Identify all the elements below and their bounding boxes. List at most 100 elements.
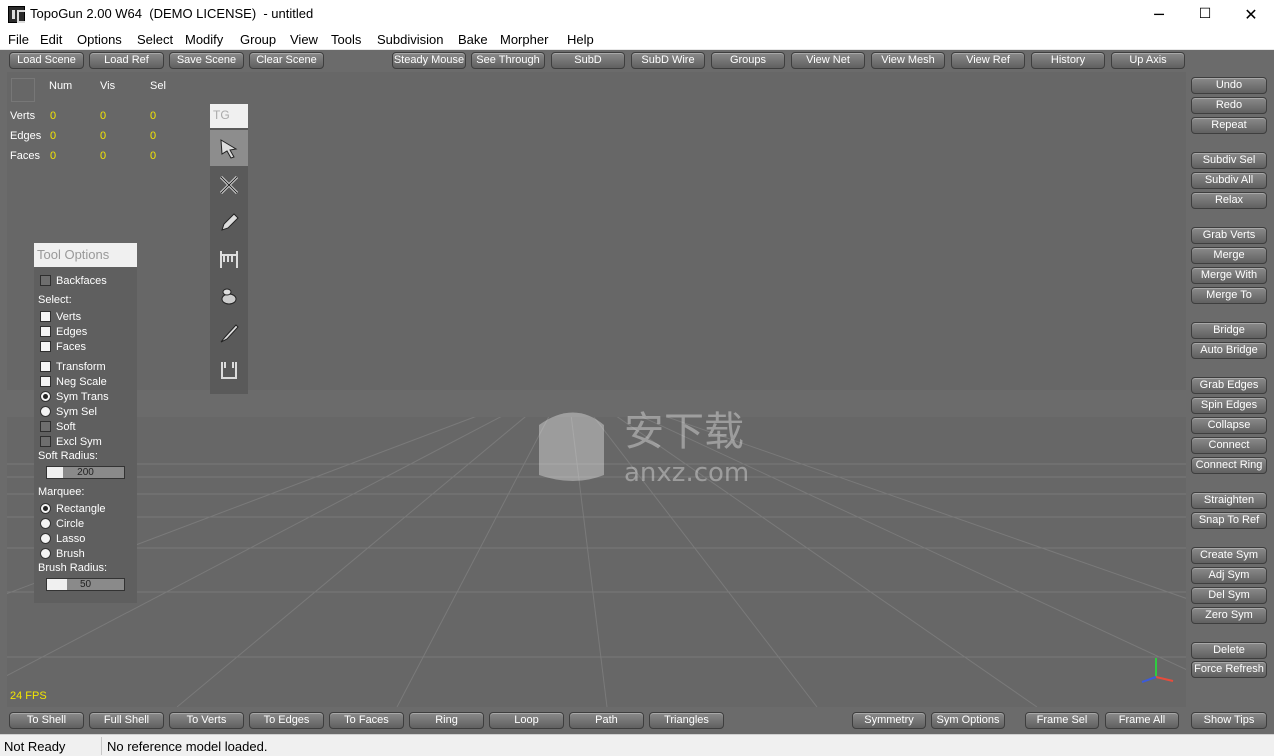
undo-button[interactable]: Undo bbox=[1191, 77, 1267, 94]
brush-radius-label: Brush Radius: bbox=[38, 562, 108, 574]
full-shell-button[interactable]: Full Shell bbox=[89, 712, 164, 729]
tool-palette-header[interactable]: TG bbox=[210, 104, 248, 128]
to-shell-button[interactable]: To Shell bbox=[9, 712, 84, 729]
to-faces-button[interactable]: To Faces bbox=[329, 712, 404, 729]
repeat-button[interactable]: Repeat bbox=[1191, 117, 1267, 134]
ring-button[interactable]: Ring bbox=[409, 712, 484, 729]
up-axis-button[interactable]: Up Axis bbox=[1111, 52, 1185, 69]
create-sym-button[interactable]: Create Sym bbox=[1191, 547, 1267, 564]
to-verts-button[interactable]: To Verts bbox=[169, 712, 244, 729]
backfaces-checkbox[interactable]: Backfaces bbox=[40, 275, 107, 287]
clear-scene-button[interactable]: Clear Scene bbox=[249, 52, 324, 69]
snap-to-ref-button[interactable]: Snap To Ref bbox=[1191, 512, 1267, 529]
delete-button[interactable]: Delete bbox=[1191, 642, 1267, 659]
close-button[interactable]: ✕ bbox=[1228, 0, 1274, 30]
soft-radius-label: Soft Radius: bbox=[38, 450, 98, 462]
subd-button[interactable]: SubD bbox=[551, 52, 625, 69]
menu-group[interactable]: Group bbox=[240, 32, 276, 47]
knife-icon[interactable] bbox=[210, 315, 248, 351]
triangles-button[interactable]: Triangles bbox=[649, 712, 724, 729]
view-mesh-button[interactable]: View Mesh bbox=[871, 52, 945, 69]
tool-options-header[interactable]: Tool Options bbox=[34, 243, 137, 267]
lasso-radio[interactable]: Lasso bbox=[40, 533, 85, 545]
3d-viewport[interactable]: 安下载 anxz.com bbox=[7, 72, 1186, 707]
sym-options-button[interactable]: Sym Options bbox=[931, 712, 1005, 729]
stats-faces-sel: 0 bbox=[150, 150, 157, 162]
status-message: No reference model loaded. bbox=[107, 739, 268, 754]
menu-options[interactable]: Options bbox=[77, 32, 122, 47]
force-refresh-button[interactable]: Force Refresh bbox=[1191, 661, 1267, 678]
menu-subdivision[interactable]: Subdivision bbox=[377, 32, 444, 47]
transform-checkbox[interactable]: Transform bbox=[40, 361, 106, 373]
menu-bake[interactable]: Bake bbox=[458, 32, 488, 47]
merge-to-button[interactable]: Merge To bbox=[1191, 287, 1267, 304]
auto-bridge-button[interactable]: Auto Bridge bbox=[1191, 342, 1267, 359]
merge-with-button[interactable]: Merge With bbox=[1191, 267, 1267, 284]
cross-cut-icon[interactable] bbox=[210, 167, 248, 203]
neg-scale-checkbox[interactable]: Neg Scale bbox=[40, 376, 107, 388]
excl-sym-checkbox[interactable]: Excl Sym bbox=[40, 436, 102, 448]
bridge-icon[interactable] bbox=[210, 241, 248, 277]
menu-help[interactable]: Help bbox=[567, 32, 594, 47]
faces-checkbox[interactable]: Faces bbox=[40, 341, 86, 353]
circle-radio[interactable]: Circle bbox=[40, 518, 84, 530]
load-ref-button[interactable]: Load Ref bbox=[89, 52, 164, 69]
straighten-button[interactable]: Straighten bbox=[1191, 492, 1267, 509]
collapse-button[interactable]: Collapse bbox=[1191, 417, 1267, 434]
save-scene-button[interactable]: Save Scene bbox=[169, 52, 244, 69]
soft-radius-slider[interactable]: 200 bbox=[46, 466, 125, 479]
sym-trans-radio[interactable]: Sym Trans bbox=[40, 391, 109, 403]
u-shape-icon[interactable] bbox=[210, 352, 248, 388]
maximize-button[interactable]: ☐ bbox=[1182, 0, 1228, 30]
subdiv-sel-button[interactable]: Subdiv Sel bbox=[1191, 152, 1267, 169]
load-scene-button[interactable]: Load Scene bbox=[9, 52, 84, 69]
del-sym-button[interactable]: Del Sym bbox=[1191, 587, 1267, 604]
rectangle-radio[interactable]: Rectangle bbox=[40, 503, 106, 515]
bridge-button[interactable]: Bridge bbox=[1191, 322, 1267, 339]
steady-mouse-button[interactable]: Steady Mouse bbox=[392, 52, 466, 69]
merge-button[interactable]: Merge bbox=[1191, 247, 1267, 264]
menu-select[interactable]: Select bbox=[137, 32, 173, 47]
adj-sym-button[interactable]: Adj Sym bbox=[1191, 567, 1267, 584]
grab-edges-button[interactable]: Grab Edges bbox=[1191, 377, 1267, 394]
brush-radius-slider[interactable]: 50 bbox=[46, 578, 125, 591]
minimize-button[interactable]: ─ bbox=[1136, 0, 1182, 30]
verts-checkbox[interactable]: Verts bbox=[40, 311, 81, 323]
groups-button[interactable]: Groups bbox=[711, 52, 785, 69]
edges-checkbox[interactable]: Edges bbox=[40, 326, 87, 338]
spin-edges-button[interactable]: Spin Edges bbox=[1191, 397, 1267, 414]
subd-wire-button[interactable]: SubD Wire bbox=[631, 52, 705, 69]
stats-label-edges: Edges bbox=[10, 130, 42, 142]
menu-modify[interactable]: Modify bbox=[185, 32, 223, 47]
redo-button[interactable]: Redo bbox=[1191, 97, 1267, 114]
to-edges-button[interactable]: To Edges bbox=[249, 712, 324, 729]
menu-morpher[interactable]: Morpher bbox=[500, 32, 548, 47]
brush-blob-icon[interactable] bbox=[210, 278, 248, 314]
relax-button[interactable]: Relax bbox=[1191, 192, 1267, 209]
select-arrow-icon[interactable] bbox=[210, 130, 248, 166]
view-ref-button[interactable]: View Ref bbox=[951, 52, 1025, 69]
menu-tools[interactable]: Tools bbox=[331, 32, 361, 47]
loop-button[interactable]: Loop bbox=[489, 712, 564, 729]
subdiv-all-button[interactable]: Subdiv All bbox=[1191, 172, 1267, 189]
zero-sym-button[interactable]: Zero Sym bbox=[1191, 607, 1267, 624]
brush-radio[interactable]: Brush bbox=[40, 548, 85, 560]
sym-sel-radio[interactable]: Sym Sel bbox=[40, 406, 97, 418]
history-button[interactable]: History bbox=[1031, 52, 1105, 69]
stats-label-verts: Verts bbox=[10, 110, 36, 122]
frame-sel-button[interactable]: Frame Sel bbox=[1025, 712, 1099, 729]
grab-verts-button[interactable]: Grab Verts bbox=[1191, 227, 1267, 244]
see-through-button[interactable]: See Through bbox=[471, 52, 545, 69]
frame-all-button[interactable]: Frame All bbox=[1105, 712, 1179, 729]
connect-ring-button[interactable]: Connect Ring bbox=[1191, 457, 1267, 474]
path-button[interactable]: Path bbox=[569, 712, 644, 729]
menu-edit[interactable]: Edit bbox=[40, 32, 62, 47]
connect-button[interactable]: Connect bbox=[1191, 437, 1267, 454]
show-tips-button[interactable]: Show Tips bbox=[1191, 712, 1267, 729]
soft-checkbox[interactable]: Soft bbox=[40, 421, 76, 433]
menu-view[interactable]: View bbox=[290, 32, 318, 47]
view-net-button[interactable]: View Net bbox=[791, 52, 865, 69]
menu-file[interactable]: File bbox=[8, 32, 29, 47]
symmetry-button[interactable]: Symmetry bbox=[852, 712, 926, 729]
pencil-icon[interactable] bbox=[210, 204, 248, 240]
